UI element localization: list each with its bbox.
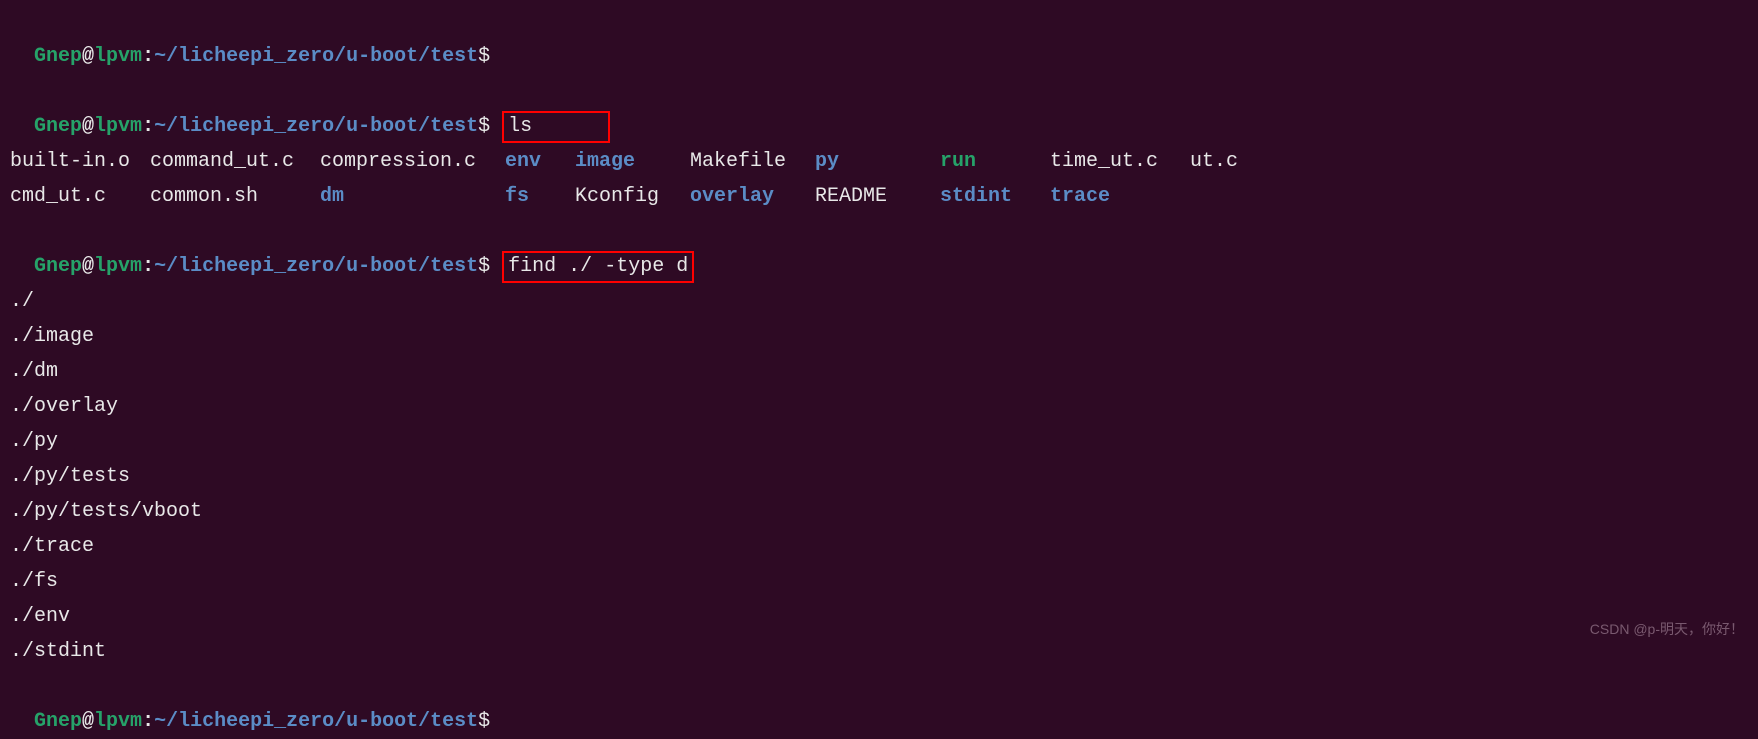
ls-item-dir: trace xyxy=(1050,179,1190,214)
watermark-text: CSDN @p-明天，你好！ xyxy=(1590,617,1744,642)
prompt-host: lpvm xyxy=(94,45,142,68)
find-output-line: ./env xyxy=(10,599,1748,634)
ls-item-dir: env xyxy=(505,144,575,179)
prompt-path: ~/licheepi_zero/u-boot/test xyxy=(154,115,478,138)
prompt-colon: : xyxy=(142,255,154,278)
ls-item-dir: overlay xyxy=(690,179,815,214)
ls-item: common.sh xyxy=(150,179,320,214)
cmd-find: find ./ -type d xyxy=(508,255,688,278)
prompt-user: Gnep xyxy=(34,115,82,138)
prompt-host: lpvm xyxy=(94,710,142,733)
ls-item: cmd_ut.c xyxy=(10,179,150,214)
prompt-colon: : xyxy=(142,115,154,138)
ls-item: ut.c xyxy=(1190,144,1748,179)
ls-item-exec: run xyxy=(940,144,1050,179)
ls-item: Makefile xyxy=(690,144,815,179)
prompt-line-4[interactable]: Gnep@lpvm:~/licheepi_zero/u-boot/test$ xyxy=(10,669,1748,739)
ls-item: compression.c xyxy=(320,144,505,179)
find-output-line: ./image xyxy=(10,319,1748,354)
ls-item: built-in.o xyxy=(10,144,150,179)
ls-item xyxy=(1190,179,1748,214)
find-output-line: ./py/tests xyxy=(10,459,1748,494)
prompt-path: ~/licheepi_zero/u-boot/test xyxy=(154,45,478,68)
find-output-line: ./py xyxy=(10,424,1748,459)
ls-item-dir: py xyxy=(815,144,940,179)
prompt-user: Gnep xyxy=(34,255,82,278)
find-output-line: ./ xyxy=(10,284,1748,319)
find-output-line: ./trace xyxy=(10,529,1748,564)
prompt-user: Gnep xyxy=(34,45,82,68)
prompt-line-2[interactable]: Gnep@lpvm:~/licheepi_zero/u-boot/test$ l… xyxy=(10,74,1748,144)
prompt-dollar: $ xyxy=(478,710,490,733)
prompt-dollar: $ xyxy=(478,115,490,138)
ls-item-dir: fs xyxy=(505,179,575,214)
prompt-at: @ xyxy=(82,710,94,733)
prompt-host: lpvm xyxy=(94,255,142,278)
ls-item-dir: dm xyxy=(320,179,505,214)
prompt-dollar: $ xyxy=(478,255,490,278)
ls-item-dir: stdint xyxy=(940,179,1050,214)
ls-output: built-in.o command_ut.c compression.c en… xyxy=(10,144,1748,214)
prompt-colon: : xyxy=(142,710,154,733)
prompt-colon: : xyxy=(142,45,154,68)
prompt-at: @ xyxy=(82,255,94,278)
prompt-dollar: $ xyxy=(478,45,490,68)
cmd-ls: ls xyxy=(508,115,532,138)
prompt-at: @ xyxy=(82,115,94,138)
ls-item: command_ut.c xyxy=(150,144,320,179)
ls-item: time_ut.c xyxy=(1050,144,1190,179)
ls-item: Kconfig xyxy=(575,179,690,214)
ls-item-dir: image xyxy=(575,144,690,179)
prompt-line-1: Gnep@lpvm:~/licheepi_zero/u-boot/test$ xyxy=(10,4,1748,74)
find-output-line: ./dm xyxy=(10,354,1748,389)
ls-item: README xyxy=(815,179,940,214)
prompt-path: ~/licheepi_zero/u-boot/test xyxy=(154,255,478,278)
prompt-at: @ xyxy=(82,45,94,68)
prompt-user: Gnep xyxy=(34,710,82,733)
highlight-ls: ls xyxy=(502,111,610,143)
prompt-host: lpvm xyxy=(94,115,142,138)
highlight-find: find ./ -type d xyxy=(502,251,694,283)
find-output-line: ./stdint xyxy=(10,634,1748,669)
prompt-path: ~/licheepi_zero/u-boot/test xyxy=(154,710,478,733)
find-output-line: ./py/tests/vboot xyxy=(10,494,1748,529)
prompt-line-3[interactable]: Gnep@lpvm:~/licheepi_zero/u-boot/test$ f… xyxy=(10,214,1748,284)
find-output-line: ./overlay xyxy=(10,389,1748,424)
find-output-line: ./fs xyxy=(10,564,1748,599)
